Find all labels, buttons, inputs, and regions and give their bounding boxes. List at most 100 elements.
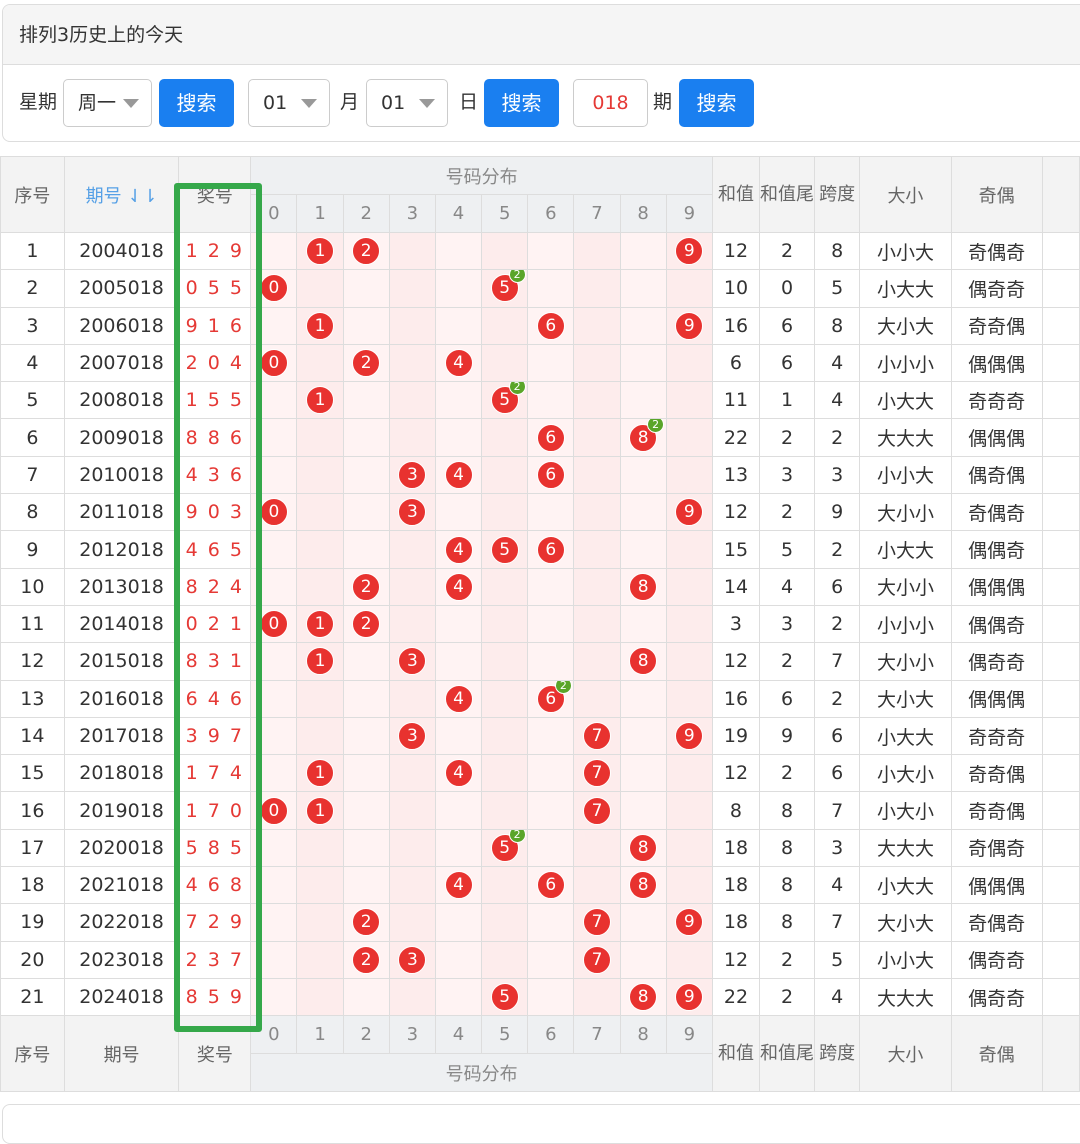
repeat-badge: 2: [647, 419, 665, 433]
digit-cell-4: [434, 642, 483, 681]
digit-footer-7: 7: [573, 1015, 621, 1055]
prize-cell: 7 2 9: [178, 903, 252, 942]
digit-cell-1: [296, 567, 344, 606]
number-ball: 8: [629, 871, 658, 900]
footer-sum-tail: 和值尾: [759, 1015, 816, 1093]
overflow-cell: [1041, 306, 1080, 345]
digit-cell-0: 0: [250, 604, 298, 644]
digit-cell-8: [619, 493, 667, 532]
header-seq: 序号: [0, 156, 65, 233]
digit-cell-7: [573, 530, 621, 569]
number-ball: 52: [490, 270, 526, 303]
period-search-button[interactable]: 搜索: [679, 79, 754, 127]
digit-cell-3: [388, 530, 436, 569]
month-select[interactable]: 01: [248, 79, 330, 127]
digit-cell-9: [665, 269, 713, 308]
table-row: 5 2008018 1 5 5 1 5 2 11 1 4 小大大 奇奇奇: [0, 381, 1080, 420]
issue-cell: 2022018: [63, 903, 180, 942]
digit-cell-0: [250, 530, 298, 569]
repeat-badge: 2: [554, 681, 572, 694]
number-ball: 8: [629, 647, 658, 676]
parity-cell: 偶奇奇: [950, 269, 1043, 308]
table-row: 16 2019018 1 7 0 0 1 7 8 8 7 小大小 奇奇偶: [0, 791, 1080, 830]
seq-cell: 20: [0, 940, 65, 979]
digit-cell-4: [434, 977, 483, 1017]
issue-cell: 2007018: [63, 343, 180, 383]
digit-cell-6: [527, 828, 575, 868]
parity-cell: 奇偶奇: [950, 493, 1043, 532]
size-cell: 小大小: [859, 754, 952, 793]
sum-cell: 18: [711, 903, 761, 942]
size-cell: 大小小: [859, 567, 952, 606]
repeat-badge: 2: [508, 270, 526, 284]
digit-cell-4: 4: [434, 567, 483, 606]
prize-cell: 2 0 4: [178, 343, 252, 383]
digit-cell-4: [434, 604, 483, 644]
footer-parity: 奇偶: [950, 1015, 1043, 1093]
digit-cell-3: [388, 231, 436, 271]
digit-header-9: 9: [665, 194, 713, 233]
footer-distribution: 号码分布: [250, 1053, 713, 1093]
day-select[interactable]: 01: [366, 79, 448, 127]
digit-cell-1: [296, 828, 344, 868]
seq-cell: 6: [0, 418, 65, 457]
bottom-panel: [2, 1104, 1080, 1144]
day-label: 日: [459, 91, 479, 113]
sum-cell: 10: [711, 269, 761, 308]
digit-cell-3: 3: [388, 642, 436, 681]
seq-cell: 10: [0, 567, 65, 606]
digit-cell-0: [250, 679, 298, 718]
digit-cell-1: [296, 493, 344, 532]
parity-cell: 偶奇奇: [950, 940, 1043, 979]
date-search-button[interactable]: 搜索: [484, 79, 559, 127]
header-overflow: [1041, 156, 1080, 233]
digit-cell-0: 0: [250, 493, 298, 532]
digit-cell-7: 7: [573, 716, 621, 756]
table-row: 9 2012018 4 6 5 4 5 6 15 5 2 小大大 偶偶奇: [0, 530, 1080, 569]
digit-cell-8: [619, 754, 667, 793]
issue-cell: 2010018: [63, 455, 180, 495]
footer-seq: 序号: [0, 1015, 65, 1093]
number-ball: 62: [536, 681, 572, 713]
overflow-cell: [1041, 716, 1080, 756]
digit-cell-8: 82: [619, 418, 667, 457]
table-row: 15 2018018 1 7 4 1 4 7 12 2 6 小大小 奇奇偶: [0, 754, 1080, 793]
digit-cell-2: [342, 269, 390, 308]
sum-tail-cell: 2: [759, 642, 816, 681]
digit-cell-8: [619, 306, 667, 345]
digit-cell-3: [388, 381, 436, 420]
sum-cell: 16: [711, 306, 761, 345]
weekday-search-button[interactable]: 搜索: [159, 79, 234, 127]
size-cell: 小大大: [859, 530, 952, 569]
prize-cell: 1 7 0: [178, 791, 252, 830]
digit-cell-2: 2: [342, 940, 390, 979]
digit-cell-4: [434, 791, 483, 830]
sum-cell: 3: [711, 604, 761, 644]
header-issue[interactable]: 期号 ⇃⇂: [63, 156, 180, 233]
header-prize: 奖号: [178, 156, 252, 233]
seq-cell: 15: [0, 754, 65, 793]
digit-cell-6: [527, 977, 575, 1017]
span-cell: 5: [814, 269, 861, 308]
issue-cell: 2012018: [63, 530, 180, 569]
digit-cell-9: [665, 791, 713, 830]
digit-cell-5: [481, 791, 529, 830]
span-cell: 7: [814, 903, 861, 942]
issue-cell: 2019018: [63, 791, 180, 830]
digit-cell-5: [481, 493, 529, 532]
weekday-select[interactable]: 周一: [63, 79, 152, 127]
size-cell: 大大大: [859, 828, 952, 868]
period-input[interactable]: 018: [573, 79, 648, 127]
footer-sum: 和值: [711, 1015, 761, 1093]
panel-title: 排列3历史上的今天: [3, 5, 1080, 65]
sum-tail-cell: 6: [759, 343, 816, 383]
digit-cell-3: 3: [388, 493, 436, 532]
digit-cell-2: [342, 716, 390, 756]
table-row: 19 2022018 7 2 9 2 7 9 18 8 7 大小大 奇偶奇: [0, 903, 1080, 942]
digit-cell-0: [250, 455, 298, 495]
overflow-cell: [1041, 754, 1080, 793]
digit-cell-9: [665, 642, 713, 681]
digit-cell-0: [250, 306, 298, 345]
digit-header-5: 5: [481, 194, 529, 233]
digit-cell-1: [296, 903, 344, 942]
